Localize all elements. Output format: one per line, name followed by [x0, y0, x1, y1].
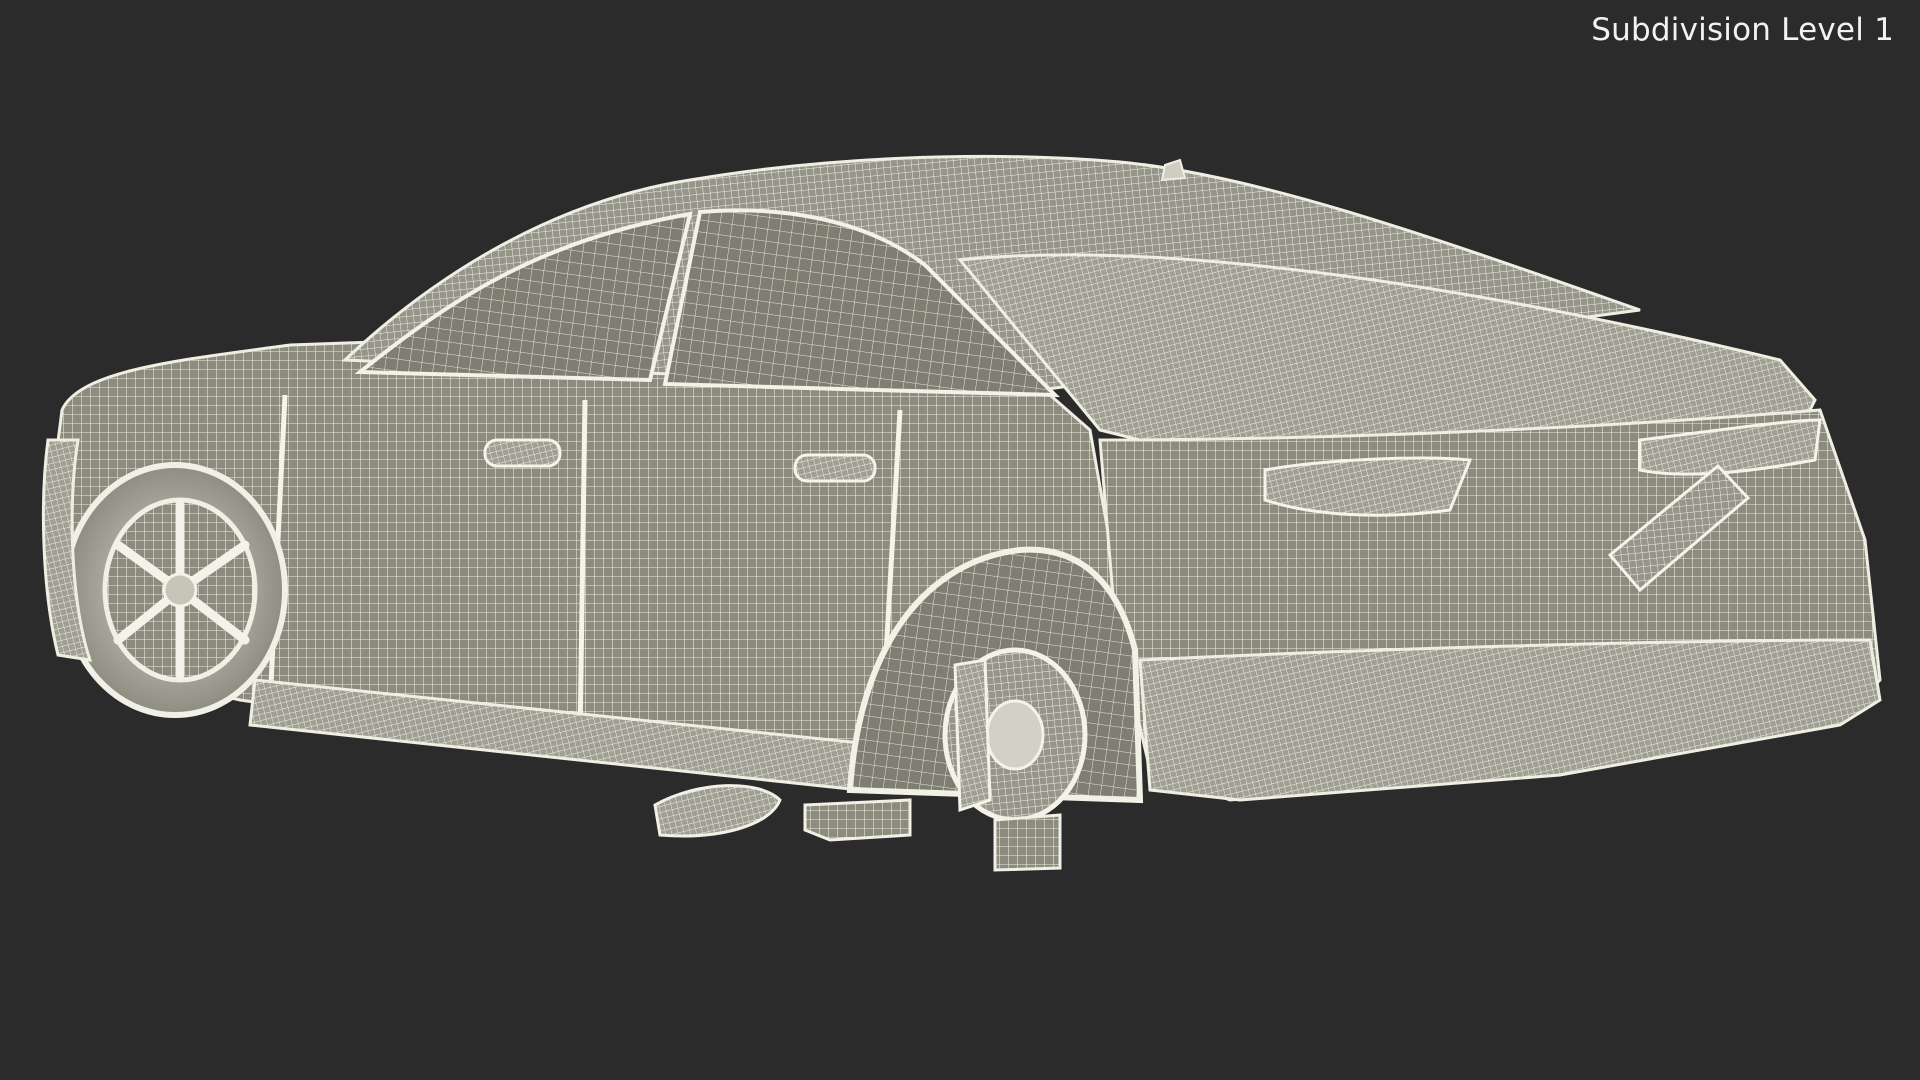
render-viewport: Subdivision Level 1: [0, 0, 1920, 1080]
left-taillight: [1263, 456, 1473, 517]
brake-disc: [942, 647, 1088, 823]
wireframe-car-icon: [41, 154, 1882, 872]
front-door-handle: [793, 453, 877, 483]
roof-antenna: [1160, 158, 1187, 182]
front-wheel: [62, 462, 288, 718]
rear-bumper: [1138, 638, 1882, 802]
removed-wheel-cover: [653, 784, 782, 838]
rear-door-handle: [483, 438, 562, 468]
brake-caliper: [953, 658, 992, 813]
support-block-left: [803, 798, 912, 842]
support-block-right: [993, 813, 1062, 872]
